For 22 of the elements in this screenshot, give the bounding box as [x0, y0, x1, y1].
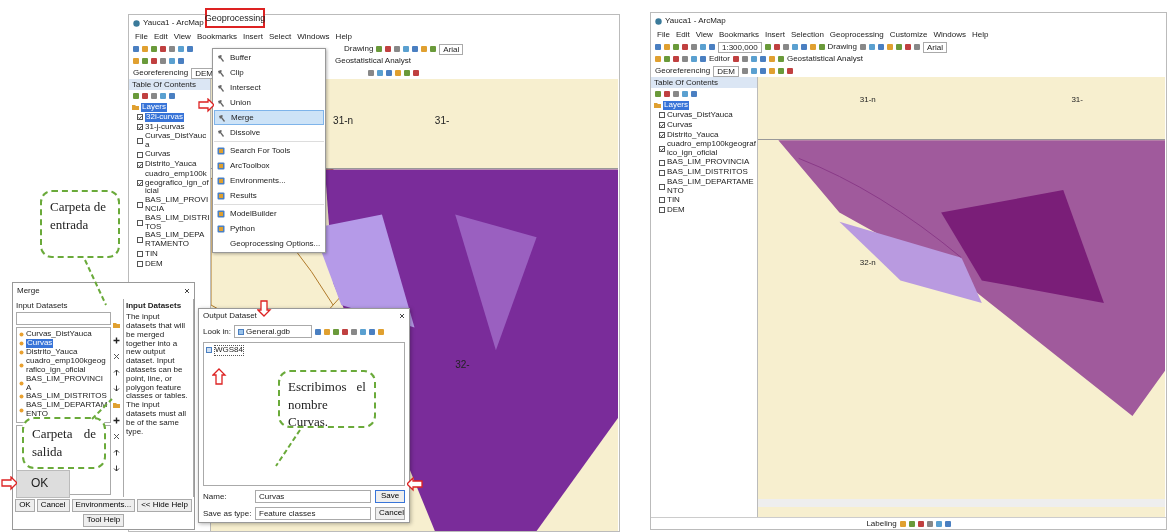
field-label: Name: — [203, 491, 228, 502]
window-title: Yauca1 - ArcMap — [665, 16, 726, 26]
map-label: 31- — [434, 115, 450, 127]
map-label: 32- — [455, 359, 470, 371]
dialog-title: Output Dataset — [203, 311, 257, 321]
map-label: 31-n — [859, 95, 876, 105]
panel-title: Table Of Contents — [129, 79, 210, 91]
panel-title: Table Of Contents — [651, 77, 757, 89]
ok-tooltip: OK — [16, 470, 70, 498]
field-label: Save as type: — [203, 508, 251, 519]
map-label: 32-n — [859, 257, 876, 267]
map-label: 31-n — [333, 115, 354, 127]
help-text: The input datasets that will be merged together into a new output dataset. Input datasets can be point, line, or polygon feature classes or tables. The input datasets must all be of the same type. — [126, 313, 189, 437]
callout-tooltip: Escribimos el nombre Curvas. — [278, 370, 376, 428]
field-label: Input Datasets — [16, 301, 69, 311]
map-label: 31- — [1071, 95, 1083, 105]
help-title: Input Datasets — [126, 301, 183, 311]
dialog-title: Merge — [17, 286, 40, 296]
callout-tooltip: Carpeta de entrada — [40, 190, 120, 258]
callout-tooltip: Carpeta de salida — [22, 417, 106, 469]
field-label: Look in: — [203, 326, 232, 337]
window-title: Yauca1 - ArcMap — [143, 18, 204, 28]
